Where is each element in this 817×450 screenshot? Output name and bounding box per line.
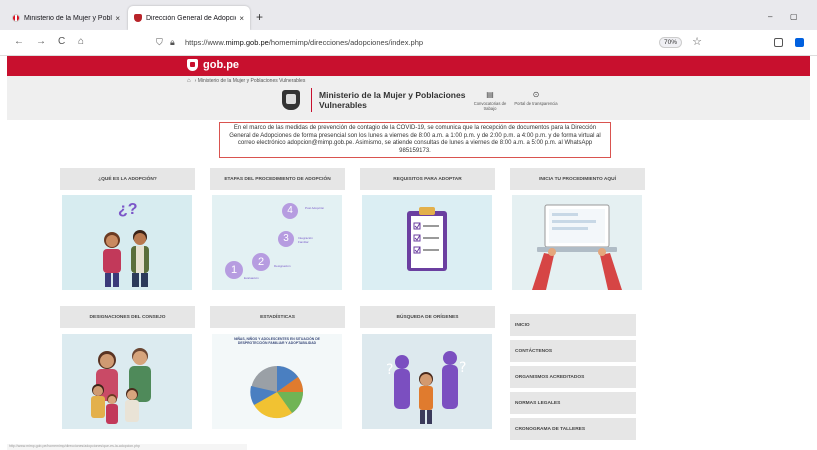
logo-divider: [311, 88, 312, 112]
gov-top-bar: gob.pe: [7, 56, 810, 76]
statistics-infographic[interactable]: NIÑAS, NIÑOS Y ADOLESCENTES EN SITUACIÓN…: [212, 334, 342, 429]
breadcrumb-item[interactable]: Ministerio de la Mujer y Poblaciones Vul…: [198, 78, 306, 84]
family-illustration[interactable]: [62, 334, 192, 429]
sidebar-item-organismos[interactable]: ORGANISMOS ACREDITADOS: [510, 366, 636, 388]
extension-icon[interactable]: [795, 38, 804, 47]
stage-label-4: Post Adopción: [305, 206, 325, 210]
gov-shield-icon: [187, 59, 198, 71]
pocket-icon[interactable]: [774, 38, 783, 47]
origins-illustration[interactable]: ? ?: [362, 334, 492, 429]
stages-illustration[interactable]: 1 Evaluación 2 Designación 3 Integración…: [212, 195, 342, 290]
tab-label: Dirección General de Adopcion: [146, 14, 237, 22]
laptop-icon: [532, 204, 622, 290]
family-group-illustration: [91, 348, 151, 424]
stage-bubble-3: 3: [278, 231, 294, 247]
link-status-bar: http://www.mimp.gob.pe/homemimp/direccio…: [7, 444, 247, 450]
transparencia-link[interactable]: ⊙ Portal de transparencia: [513, 90, 559, 106]
sidebar-item-inicio[interactable]: INICIO: [510, 314, 636, 336]
tab-label: Ministerio de la Mujer y Poblacio: [24, 14, 112, 22]
home-icon[interactable]: ⌂: [78, 36, 84, 48]
clipboard-checklist-icon: [407, 207, 447, 271]
reload-icon[interactable]: C: [58, 36, 65, 48]
lock-icon[interactable]: 🔒︎: [170, 37, 175, 48]
card-title-que-es[interactable]: ¿QUÉ ES LA ADOPCIÓN?: [60, 168, 195, 190]
question-mark-icon: ?: [386, 362, 393, 378]
card-title-requisitos[interactable]: REQUISITOS PARA ADOPTAR: [360, 168, 495, 190]
shield-tracking-icon[interactable]: ⛉: [156, 37, 163, 48]
browser-nav-bar: ← → C ⌂ ⛉ 🔒︎ https://www.mimp.gob.pe/hom…: [0, 30, 817, 56]
minimize-icon[interactable]: –: [768, 12, 772, 21]
card-title-designaciones[interactable]: DESIGNACIONES DEL CONSEJO: [60, 306, 195, 328]
zoom-level[interactable]: 70%: [658, 37, 682, 48]
bookmark-star-icon[interactable]: ☆: [692, 35, 702, 48]
stage-bubble-1: 1: [225, 261, 243, 279]
question-mark-icon: ?: [459, 360, 466, 376]
question-marks-text: ¿?: [118, 201, 138, 218]
browser-tab-bar: Ministerio de la Mujer y Poblacio × Dire…: [0, 0, 817, 30]
card-title-etapas[interactable]: ETAPAS DEL PROCEDIMIENTO DE ADOPCIÓN: [210, 168, 345, 190]
stats-title: NIÑAS, NIÑOS Y ADOLESCENTES EN SITUACIÓN…: [234, 337, 320, 346]
convocatorias-link[interactable]: ▤ Convocatorias de trabajo: [467, 90, 513, 111]
sidebar-item-contactenos[interactable]: CONTÁCTENOS: [510, 340, 636, 362]
requirements-illustration[interactable]: [362, 195, 492, 290]
silhouettes-illustration: ? ?: [386, 351, 466, 424]
sidebar-item-cronograma[interactable]: CRONOGRAMA DE TALLERES: [510, 418, 636, 440]
adoption-family-illustration[interactable]: ¿?: [62, 195, 192, 290]
laptop-illustration[interactable]: [512, 195, 642, 290]
stage-label-3: Integración Familiar: [298, 236, 313, 244]
gob-pe-logo[interactable]: gob.pe: [187, 59, 239, 71]
gov-brand: gob.pe: [203, 59, 240, 71]
close-tab-icon[interactable]: ×: [239, 14, 244, 23]
card-title-inicia[interactable]: INICIA TU PROCEDIMIENTO AQUÍ: [510, 168, 645, 190]
stage-label-2: Designación: [274, 264, 291, 268]
briefcase-icon: ▤: [486, 90, 494, 99]
ministry-header: ⌂ › Ministerio de la Mujer y Poblaciones …: [7, 76, 810, 120]
card-title-busqueda[interactable]: BÚSQUEDA DE ORÍGENES: [360, 306, 495, 328]
tab-ministerio[interactable]: Ministerio de la Mujer y Poblacio ×: [6, 6, 126, 30]
card-title-estadisticas[interactable]: ESTADÍSTICAS: [210, 306, 345, 328]
url-bar[interactable]: ⛉ 🔒︎ https://www.mimp.gob.pe/homemimp/di…: [150, 34, 710, 52]
url-text: https://www.mimp.gob.pe/homemimp/direcci…: [185, 38, 424, 47]
sidebar-item-normas[interactable]: NORMAS LEGALES: [510, 392, 636, 414]
pie-chart-graphic: [250, 366, 303, 419]
ministry-name[interactable]: Ministerio de la Mujer y Poblaciones Vul…: [319, 90, 479, 110]
stage-label-1: Evaluación: [244, 276, 259, 280]
breadcrumb: ⌂ › Ministerio de la Mujer y Poblaciones …: [187, 78, 305, 84]
ministry-shield-logo: [282, 90, 300, 110]
covid-notice: En el marco de las medidas de prevención…: [219, 122, 611, 158]
tab-adopciones[interactable]: Dirección General de Adopcion ×: [128, 6, 250, 30]
magnifier-icon: ⊙: [532, 90, 540, 99]
forward-icon[interactable]: →: [36, 36, 46, 48]
stage-bubble-2: 2: [252, 253, 270, 271]
back-icon[interactable]: ←: [14, 36, 24, 48]
home-icon[interactable]: ⌂: [187, 78, 191, 84]
close-tab-icon[interactable]: ×: [115, 14, 120, 23]
new-tab-button[interactable]: +: [256, 11, 263, 23]
peru-flag-icon: [12, 14, 20, 22]
shield-icon: [134, 14, 142, 22]
restore-icon[interactable]: ▢: [790, 12, 798, 21]
stage-bubble-4: 4: [282, 203, 298, 219]
